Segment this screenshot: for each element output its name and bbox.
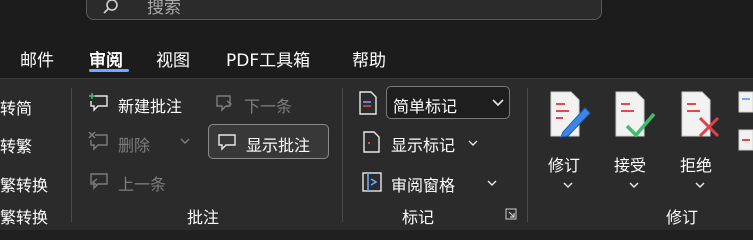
reviewing-pane-label: 审阅窗格 xyxy=(391,176,456,195)
new-comment-icon xyxy=(89,93,108,112)
show-comments-icon xyxy=(218,134,236,151)
reject-icon xyxy=(681,91,720,138)
tab-help[interactable]: 帮助 xyxy=(352,46,386,71)
dialog-launcher-icon[interactable] xyxy=(505,208,517,220)
tab-review[interactable]: 审阅 xyxy=(89,46,123,71)
delete-comment-label: 删除 xyxy=(118,136,151,155)
track-changes-label: 修订 xyxy=(548,156,581,175)
tracking-group-label: 修订 xyxy=(666,208,699,227)
title-bar: 搜索 xyxy=(0,0,753,36)
previous-comment-button[interactable]: 上一条 xyxy=(88,170,188,194)
convert-to-traditional-button[interactable]: 转繁 xyxy=(0,133,32,157)
reject-button[interactable]: 拒绝 xyxy=(676,90,724,194)
search-box[interactable]: 搜索 xyxy=(86,0,602,20)
markup-display-dropdown[interactable]: 简单标记 xyxy=(386,86,510,119)
reviewing-pane-button[interactable]: 审阅窗格 xyxy=(361,171,501,195)
show-comments-label: 显示批注 xyxy=(246,136,311,155)
tab-view[interactable]: 视图 xyxy=(156,46,190,71)
group-separator xyxy=(71,88,72,222)
convert-to-simplified-button[interactable]: 转简 xyxy=(0,95,32,119)
track-changes-icon xyxy=(550,91,591,138)
search-placeholder: 搜索 xyxy=(147,0,181,18)
reject-label: 拒绝 xyxy=(680,156,713,175)
tab-mail[interactable]: 邮件 xyxy=(20,46,54,71)
chevron-down-icon xyxy=(695,182,705,189)
chevron-down-icon xyxy=(468,140,478,146)
tab-pdf-toolbox[interactable]: PDF工具箱 xyxy=(226,46,310,71)
accept-icon xyxy=(615,91,656,138)
previous-comment-icon xyxy=(90,173,108,190)
group-separator xyxy=(342,88,343,222)
search-icon xyxy=(103,0,118,14)
show-markup-label: 显示标记 xyxy=(391,136,456,155)
chevron-down-icon xyxy=(629,182,639,189)
show-comments-button[interactable]: 显示批注 xyxy=(216,131,326,155)
show-markup-button[interactable]: 显示标记 xyxy=(361,131,481,155)
next-comment-button[interactable]: 下一条 xyxy=(214,92,314,116)
display-for-review-icon xyxy=(359,91,377,115)
comments-group-label: 批注 xyxy=(187,208,220,227)
chevron-down-icon xyxy=(563,182,573,189)
previous-comment-label: 上一条 xyxy=(118,175,167,194)
convert-traditional-button[interactable]: 繁转换 xyxy=(0,172,48,196)
track-changes-button[interactable]: 修订 xyxy=(544,90,592,194)
previous-change-icon[interactable] xyxy=(738,90,753,114)
chevron-down-icon xyxy=(492,99,504,107)
accept-button[interactable]: 接受 xyxy=(610,90,658,194)
reviewing-pane-icon xyxy=(362,172,382,192)
delete-comment-button[interactable]: 删除 xyxy=(88,131,198,155)
next-comment-label: 下一条 xyxy=(244,97,293,116)
new-comment-button[interactable]: 新建批注 xyxy=(88,92,198,116)
group-separator xyxy=(527,88,528,222)
markup-display-value: 简单标记 xyxy=(393,97,458,116)
active-tab-indicator xyxy=(89,69,129,72)
accept-label: 接受 xyxy=(614,156,647,175)
markup-group-label: 标记 xyxy=(402,208,435,227)
chevron-down-icon xyxy=(487,180,497,186)
next-change-icon[interactable] xyxy=(738,128,753,152)
delete-comment-icon xyxy=(88,131,108,151)
chevron-down-icon xyxy=(180,138,190,144)
ribbon-tabs: 邮件 审阅 视图 PDF工具箱 帮助 xyxy=(0,36,753,78)
next-comment-icon xyxy=(216,95,233,112)
new-comment-label: 新建批注 xyxy=(118,97,183,116)
show-markup-icon xyxy=(363,131,380,153)
convert-traditional-option[interactable]: 繁转换 xyxy=(0,204,48,228)
